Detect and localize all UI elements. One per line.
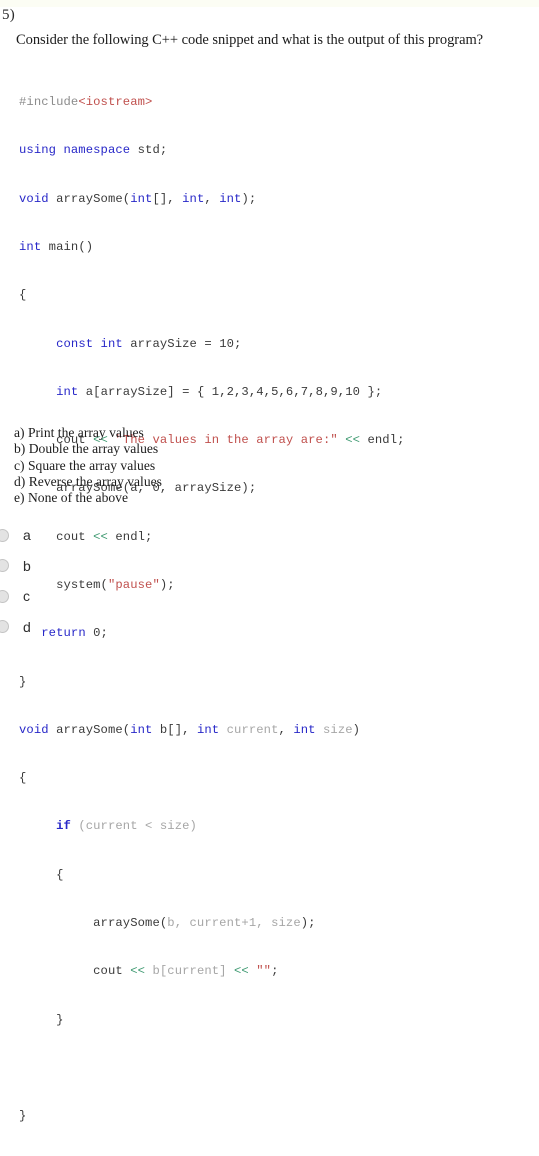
page-top-tint [0, 0, 539, 7]
answer-option: b) Double the array values [14, 441, 159, 457]
code-line: } [56, 1012, 64, 1027]
code-line: #include<iostream> [19, 95, 153, 110]
radio-button-c[interactable] [0, 589, 9, 603]
code-line: cout << b[current] << ""; [19, 964, 279, 979]
code-line: int main() [19, 240, 94, 255]
radio-choice-group: a b c d [0, 520, 539, 642]
answer-option: a) Print the array values [14, 425, 144, 440]
code-line: const int arraySize = 10; [56, 336, 242, 351]
code-line: { [56, 867, 64, 882]
radio-button-a[interactable] [0, 528, 9, 542]
code-line: if (current < size) [56, 819, 197, 834]
code-line: int a[arraySize] = { 1,2,3,4,5,6,7,8,9,1… [56, 384, 383, 399]
code-line: { [19, 288, 27, 303]
code-line: using namespace std; [19, 143, 168, 158]
code-line: } [19, 1109, 27, 1124]
code-line: arraySome(b, current+1, size); [19, 915, 316, 930]
radio-button-d[interactable] [0, 620, 9, 634]
choice-row-a[interactable]: a [0, 520, 539, 551]
choice-label-a: a [23, 527, 31, 544]
radio-button-b[interactable] [0, 559, 9, 573]
choice-row-c[interactable]: c [0, 581, 539, 612]
question-number: 5) [2, 7, 15, 23]
choice-label-d: d [23, 618, 31, 635]
code-line: { [19, 771, 27, 786]
code-line: void arraySome(int b[], int current, int… [19, 722, 361, 737]
answer-option: c) Square the array values [14, 457, 156, 473]
choice-label-b: b [23, 557, 31, 574]
choice-row-d[interactable]: d [0, 612, 539, 643]
question-prompt: Consider the following C++ code snippet … [16, 32, 484, 48]
choice-label-c: c [23, 588, 30, 605]
answer-option: d) Reverse the array values [14, 473, 162, 489]
code-line: } [19, 674, 27, 689]
answer-options-list: a) Print the array values b) Double the … [14, 425, 162, 506]
answer-option: e) None of the above [14, 490, 128, 506]
choice-row-b[interactable]: b [0, 551, 539, 582]
code-line: void arraySome(int[], int, int); [19, 191, 257, 206]
